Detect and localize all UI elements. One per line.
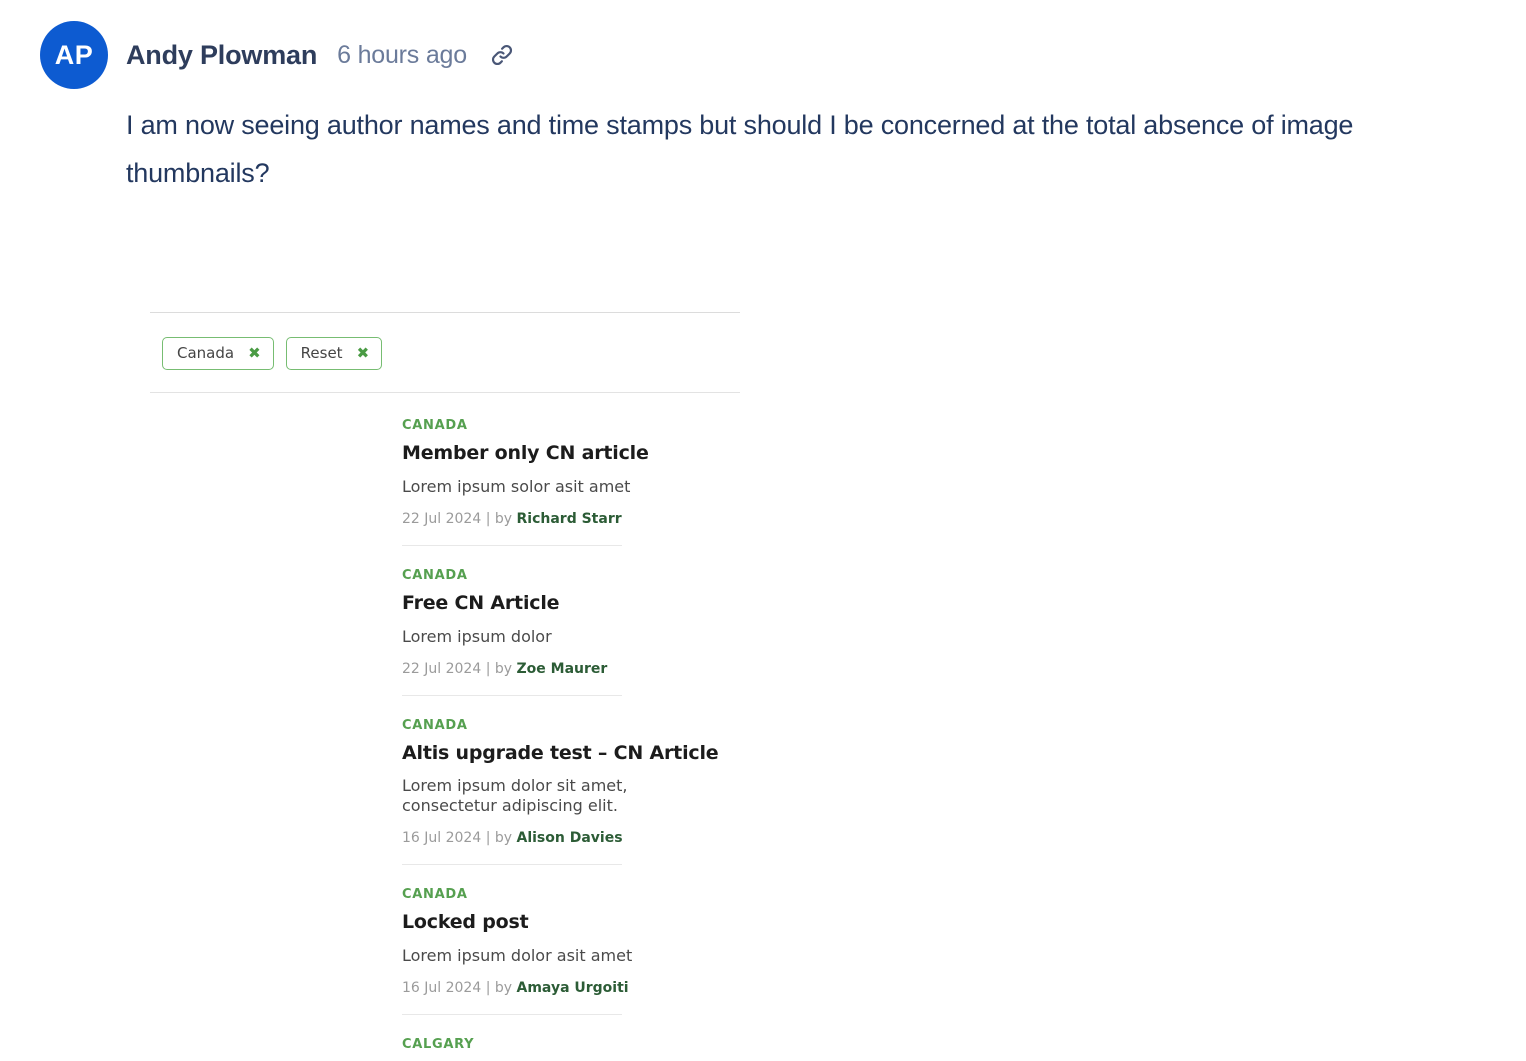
- article-title[interactable]: Altis upgrade test – CN Article: [402, 742, 740, 765]
- article-category[interactable]: CALGARY: [402, 1037, 740, 1052]
- close-icon[interactable]: ✖: [248, 346, 261, 361]
- article-excerpt: Lorem ipsum dolor asit amet: [402, 946, 633, 966]
- article-category[interactable]: CANADA: [402, 568, 740, 583]
- article-meta: 22 Jul 2024 | by Richard Starr: [402, 511, 740, 527]
- comment-body: I am now seeing author names and time st…: [126, 110, 1354, 188]
- article-excerpt: Lorem ipsum dolor sit amet, consectetur …: [402, 776, 628, 816]
- list-item[interactable]: CANADA Altis upgrade test – CN Article L…: [150, 696, 740, 866]
- article-by-label: | by: [485, 510, 513, 527]
- filter-chip-canada[interactable]: Canada ✖: [162, 337, 274, 370]
- article-author[interactable]: Alison Davies: [517, 830, 623, 846]
- article-content: CALGARY: [402, 1015, 740, 1061]
- comment: AP Andy Plowman 6 hours ago I am now see…: [0, 0, 1526, 197]
- article-category[interactable]: CANADA: [402, 418, 740, 433]
- article-excerpt: Lorem ipsum dolor: [402, 626, 552, 646]
- article-excerpt: Lorem ipsum solor asit amet: [402, 476, 631, 496]
- article-title[interactable]: Locked post: [402, 911, 740, 934]
- filter-chip-reset-label: Reset: [300, 344, 343, 362]
- list-item[interactable]: CANADA Free CN Article Lorem ipsum dolor…: [150, 546, 740, 696]
- article-author[interactable]: Zoe Maurer: [517, 661, 608, 677]
- list-item[interactable]: CANADA Member only CN article Lorem ipsu…: [150, 393, 740, 546]
- comment-meta: Andy Plowman 6 hours ago: [126, 40, 515, 71]
- article-date: 22 Jul 2024: [402, 510, 482, 527]
- article-date: 16 Jul 2024: [402, 830, 482, 847]
- list-item[interactable]: CANADA Locked post Lorem ipsum dolor asi…: [150, 865, 740, 1016]
- article-author[interactable]: Richard Starr: [517, 511, 622, 527]
- article-meta: 22 Jul 2024 | by Zoe Maurer: [402, 661, 740, 677]
- article-content: CANADA Free CN Article Lorem ipsum dolor…: [402, 546, 740, 696]
- thumbnail-placeholder: [150, 393, 402, 546]
- article-by-label: | by: [485, 980, 513, 997]
- article-category[interactable]: CANADA: [402, 887, 740, 902]
- thumbnail-placeholder: [150, 865, 402, 1015]
- link-icon[interactable]: [489, 42, 515, 68]
- page-root: AP Andy Plowman 6 hours ago I am now see…: [0, 0, 1526, 1052]
- article-content: CANADA Locked post Lorem ipsum dolor asi…: [402, 865, 740, 1016]
- article-category[interactable]: CANADA: [402, 718, 740, 733]
- article-meta: 16 Jul 2024 | by Alison Davies: [402, 830, 740, 846]
- thumbnail-placeholder: [150, 546, 402, 696]
- article-by-label: | by: [485, 830, 513, 847]
- article-meta: 16 Jul 2024 | by Amaya Urgoiti: [402, 980, 740, 996]
- comment-header: AP Andy Plowman 6 hours ago: [0, 0, 1526, 89]
- filter-chip-reset[interactable]: Reset ✖: [285, 337, 383, 370]
- list-item[interactable]: CALGARY: [150, 1015, 740, 1061]
- filter-chip-canada-label: Canada: [177, 344, 235, 362]
- article-by-label: | by: [485, 660, 513, 677]
- article-content: CANADA Member only CN article Lorem ipsu…: [402, 393, 740, 546]
- article-date: 16 Jul 2024: [402, 980, 482, 997]
- comment-author: Andy Plowman: [126, 39, 318, 70]
- comment-timestamp: 6 hours ago: [337, 40, 467, 69]
- article-content: CANADA Altis upgrade test – CN Article L…: [402, 696, 740, 866]
- thumbnail-placeholder: [150, 696, 402, 866]
- close-icon[interactable]: ✖: [357, 346, 370, 361]
- article-date: 22 Jul 2024: [402, 660, 482, 677]
- article-author[interactable]: Amaya Urgoiti: [517, 980, 629, 996]
- article-title[interactable]: Member only CN article: [402, 442, 740, 465]
- embedded-screenshot: Canada ✖ Reset ✖ CANADA Member only CN a…: [150, 312, 740, 1061]
- article-title[interactable]: Free CN Article: [402, 592, 740, 615]
- avatar: AP: [40, 21, 108, 89]
- thumbnail-placeholder: [150, 1015, 402, 1061]
- article-list: CANADA Member only CN article Lorem ipsu…: [150, 393, 740, 1061]
- filter-chips: Canada ✖ Reset ✖: [150, 313, 740, 392]
